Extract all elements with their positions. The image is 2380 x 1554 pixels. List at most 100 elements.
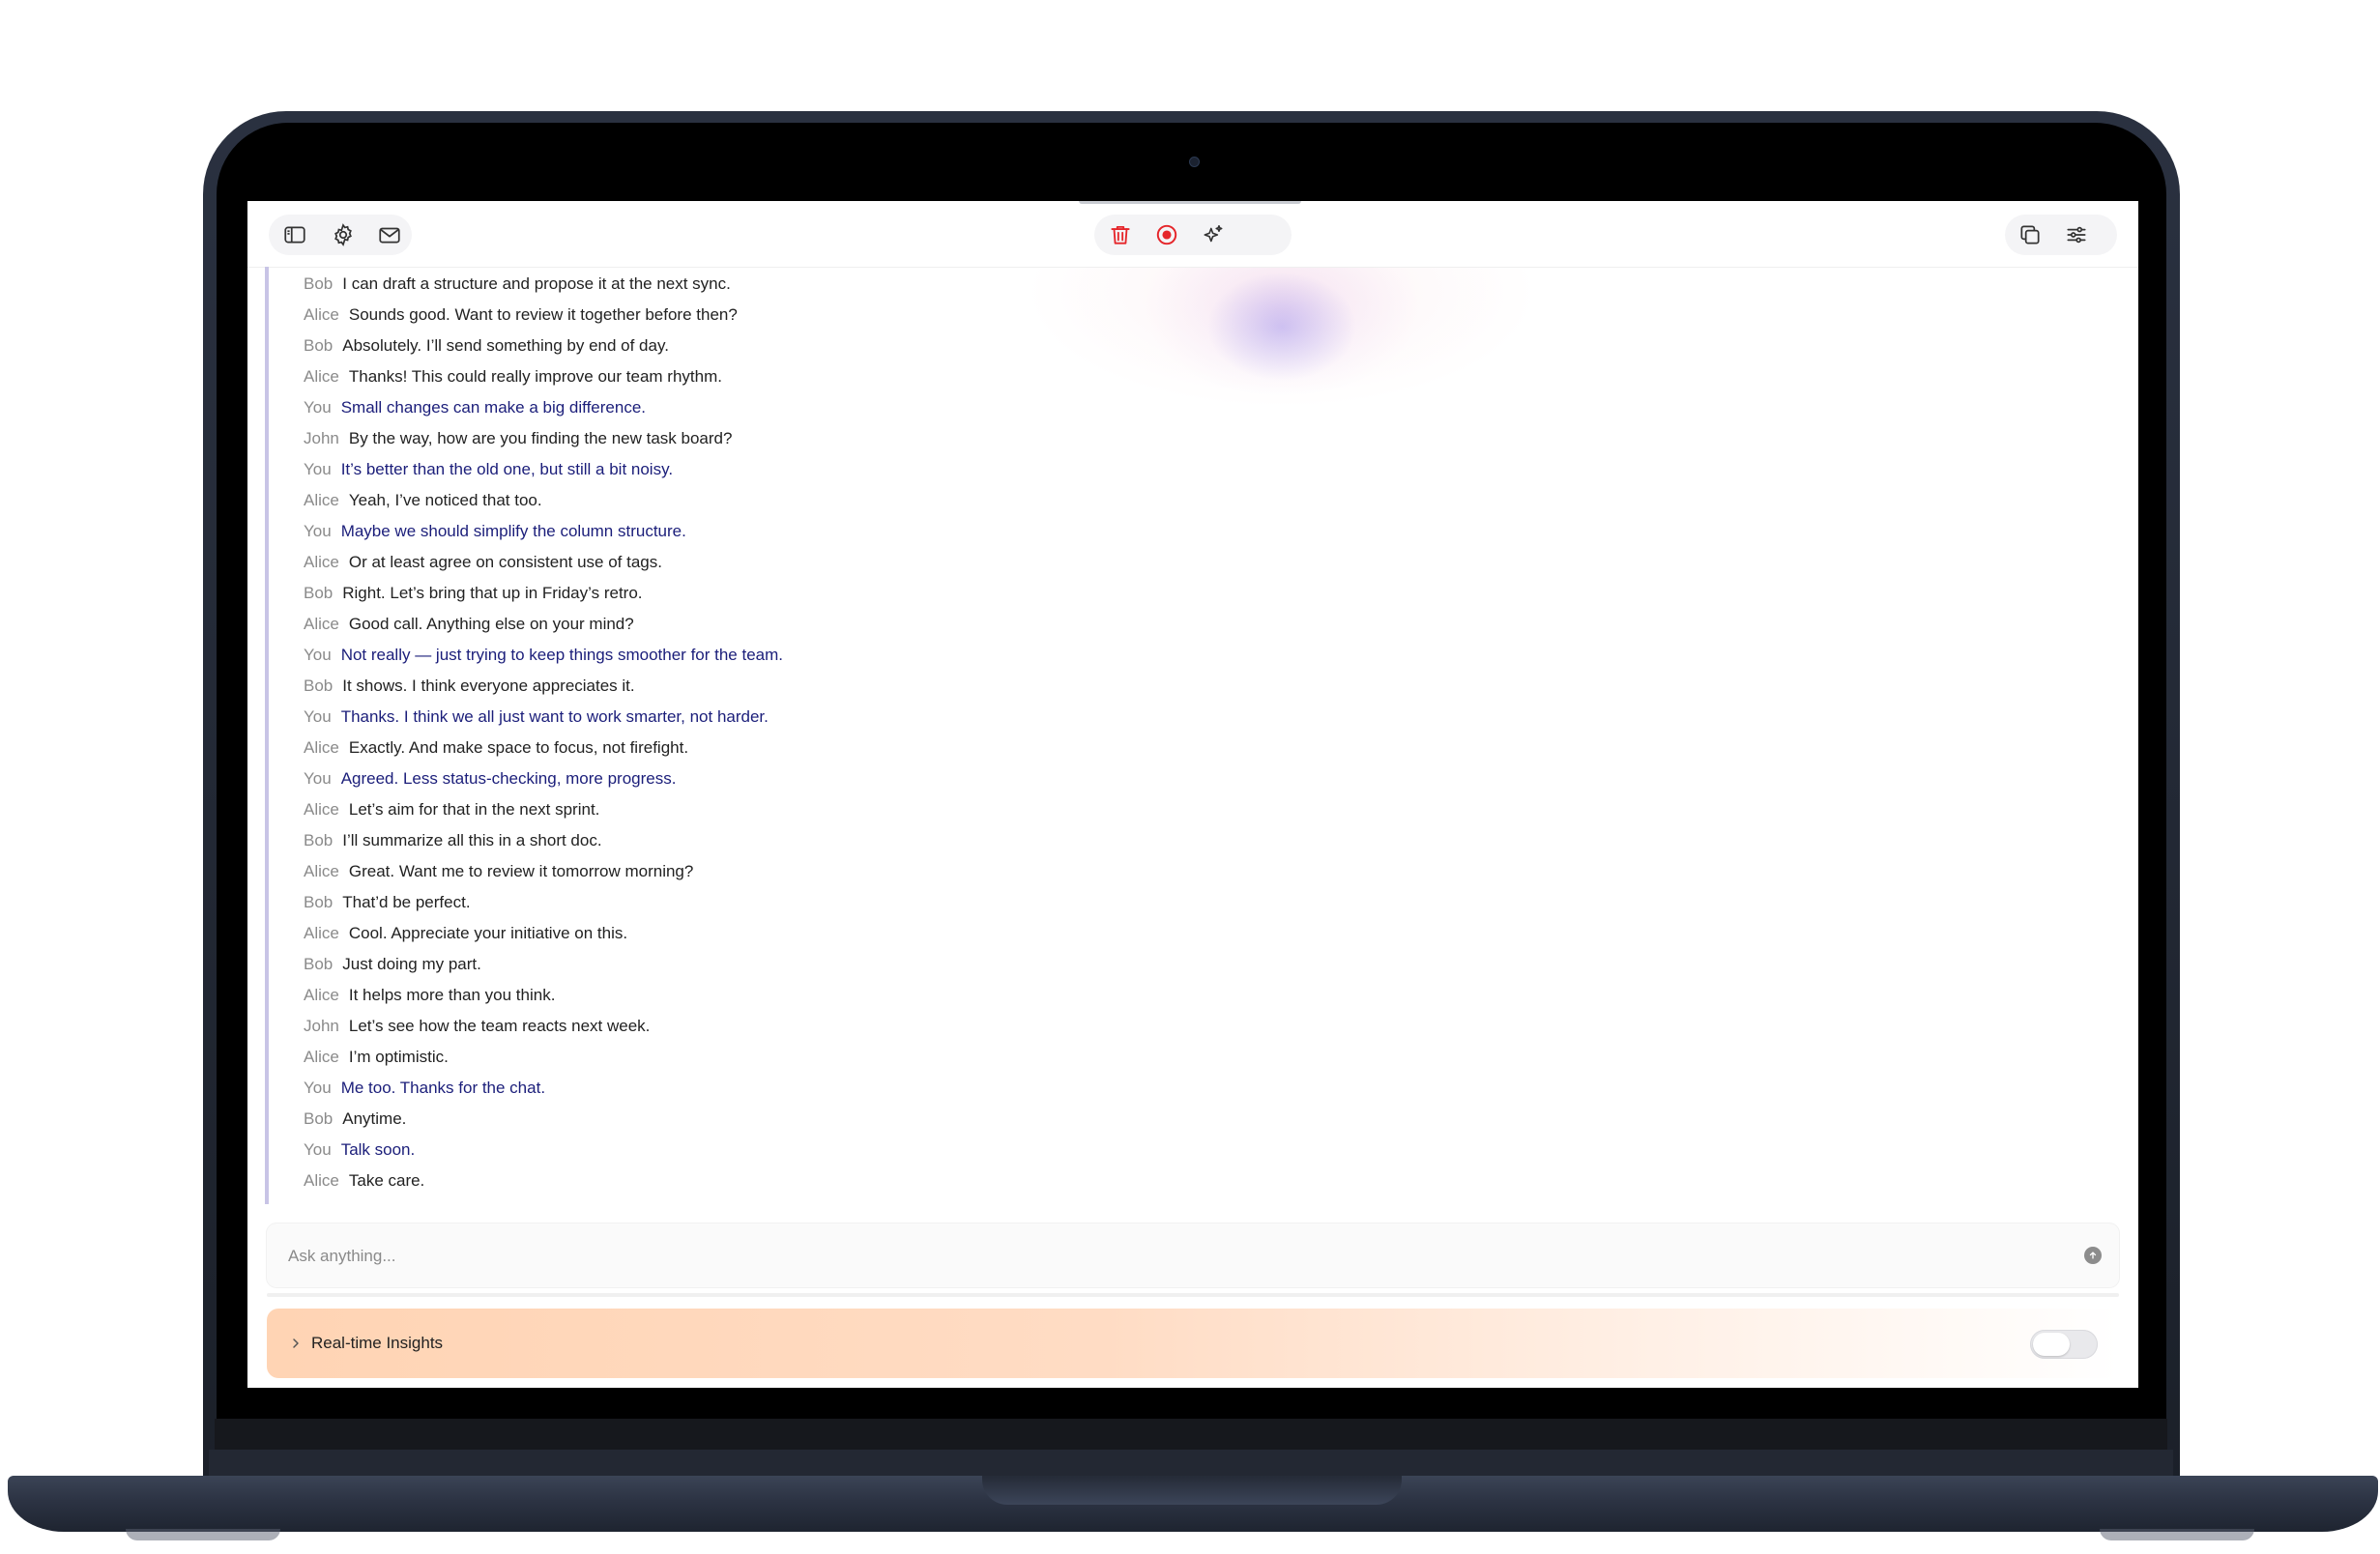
transcript-line: You Maybe we should simplify the column s… [304,516,1812,547]
speaker-name: Bob [304,676,334,695]
speaker-name: You [304,398,332,417]
transcript-line: Bob Right. Let’s bring that up in Friday’… [304,578,1812,609]
speaker-name: Bob [304,584,334,602]
toggle-sidebar-button[interactable] [276,218,313,251]
transcript-line: You Agreed. Less status-checking, more pr… [304,763,1812,794]
ask-bar [267,1223,2119,1289]
trash-icon [1111,225,1130,245]
transcript-line: Alice I’m optimistic. [304,1042,1812,1073]
laptop-foot-left [126,1529,280,1540]
transcript-line: Alice Thanks! This could really improve o… [304,361,1812,392]
top-toolbar [247,201,2138,268]
message-text: Thanks! This could really improve our te… [348,367,722,386]
transcript-line: You Talk soon. [304,1135,1812,1166]
settings-icon [334,223,352,246]
message-text: Exactly. And make space to focus, not fi… [348,738,689,757]
speaker-name: You [304,1079,332,1097]
toggle-knob [2033,1333,2070,1356]
speaker-name: You [304,769,332,788]
message-text: Let’s aim for that in the next sprint. [348,800,600,819]
message-text: Anytime. [342,1109,407,1128]
mail-button[interactable] [371,218,408,251]
transcript-line: Bob I’ll summarize all this in a short do… [304,825,1812,856]
transcript-line: Alice Exactly. And make space to focus, n… [304,733,1812,763]
realtime-insights-panel[interactable]: Real-time Insights [267,1309,2119,1378]
transcript-line: Alice Sounds good. Want to review it toge… [304,300,1812,331]
message-text: Take care. [348,1171,425,1190]
settings-button[interactable] [325,218,362,251]
record-icon [1156,224,1177,245]
message-text: I’m optimistic. [348,1048,449,1066]
speaker-name: Alice [304,1048,339,1066]
preferences-button[interactable] [2058,218,2095,251]
window-handle [1079,201,1301,204]
speaker-name: You [304,646,332,664]
transcript-line: Bob That’d be perfect. [304,887,1812,918]
message-text: Thanks. I think we all just want to work… [340,707,769,726]
speaker-name: Alice [304,615,339,633]
transcript-line: Alice Yeah, I’ve noticed that too. [304,485,1812,516]
speaker-name: Bob [304,1109,334,1128]
message-text: I can draft a structure and propose it a… [342,274,731,293]
transcript-line: John By the way, how are you finding the … [304,423,1812,454]
insights-toggle[interactable] [2030,1330,2098,1359]
speaker-name: Bob [304,955,334,973]
speaker-name: Alice [304,800,339,819]
speaker-name: Bob [304,893,334,911]
message-text: I’ll summarize all this in a short doc. [342,831,602,849]
transcript-line: You It’s better than the old one, but sti… [304,454,1812,485]
app-window: Bob I can draft a structure and propose i… [247,201,2138,1388]
transcript-list[interactable]: Bob I can draft a structure and propose i… [265,267,1812,1204]
copy-button[interactable] [2012,218,2048,251]
chevron-right-icon [293,1338,299,1348]
speaker-name: You [304,1140,332,1159]
section-divider [267,1293,2119,1297]
message-text: Sounds good. Want to review it together … [348,305,738,324]
ai-assist-button[interactable] [1195,218,1232,251]
message-text: Maybe we should simplify the column stru… [340,522,686,540]
transcript-line: You Thanks. I think we all just want to w… [304,702,1812,733]
transcript-line: Bob Anytime. [304,1104,1812,1135]
transcript-line: Alice Take care. [304,1166,1812,1196]
speaker-name: Alice [304,367,339,386]
send-button[interactable] [2084,1247,2102,1264]
speaker-name: Bob [304,336,334,355]
message-text: That’d be perfect. [342,893,471,911]
speaker-name: Bob [304,831,334,849]
message-text: Me too. Thanks for the chat. [340,1079,546,1097]
transcript-line: Alice Good call. Anything else on your mi… [304,609,1812,640]
camera-icon [1189,157,1200,167]
transcript-line: Bob It shows. I think everyone appreciate… [304,671,1812,702]
record-button[interactable] [1148,218,1185,251]
message-text: Not really — just trying to keep things … [340,646,784,664]
device-mockup: Bob I can draft a structure and propose i… [0,0,2380,1554]
laptop-foot-right [2100,1529,2254,1540]
message-text: It shows. I think everyone appreciates i… [342,676,635,695]
copy-icon [2020,225,2040,245]
arrow-up-icon [2089,1252,2097,1259]
speaker-name: You [304,707,332,726]
message-text: Or at least agree on consistent use of t… [348,553,662,571]
message-text: It’s better than the old one, but still … [340,460,674,478]
speaker-name: Alice [304,862,339,880]
base-groove [982,1476,1402,1505]
message-text: By the way, how are you finding the new … [348,429,733,447]
message-text: Just doing my part. [342,955,481,973]
message-text: It helps more than you think. [348,986,556,1004]
transcript-line: Alice Cool. Appreciate your initiative on… [304,918,1812,949]
sliders-icon [2067,226,2086,244]
message-text: Let’s see how the team reacts next week. [348,1017,651,1035]
delete-button[interactable] [1102,218,1139,251]
message-text: Agreed. Less status-checking, more progr… [340,769,677,788]
message-text: Right. Let’s bring that up in Friday’s r… [342,584,643,602]
transcript-line: You Me too. Thanks for the chat. [304,1073,1812,1104]
transcript-line: You Small changes can make a big differen… [304,392,1812,423]
transcript-line: Bob I can draft a structure and propose i… [304,269,1812,300]
speaker-name: You [304,460,332,478]
message-text: Absolutely. I’ll send something by end o… [342,336,669,355]
mail-icon [379,227,400,244]
transcript-line: You Not really — just trying to keep thin… [304,640,1812,671]
ask-input[interactable] [286,1223,2030,1289]
insights-label: Real-time Insights [311,1334,444,1352]
message-text: Great. Want me to review it tomorrow mor… [348,862,694,880]
